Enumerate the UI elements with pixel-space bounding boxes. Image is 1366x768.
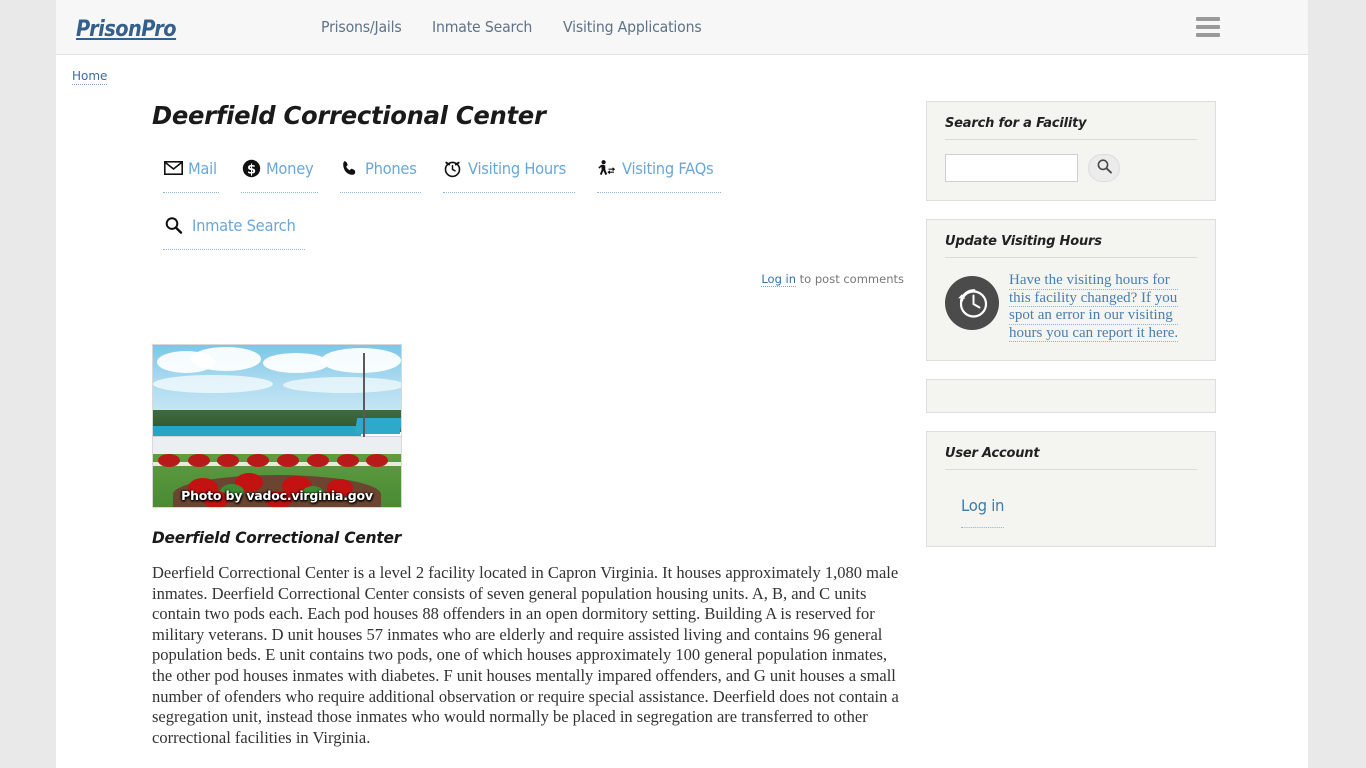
panel-user-account: User Account Log in xyxy=(926,431,1216,547)
envelope-icon xyxy=(163,158,183,178)
photo-bush xyxy=(217,453,240,467)
photo-bush xyxy=(277,453,299,467)
photo-bush xyxy=(157,453,180,467)
quick-link-visiting-faqs[interactable]: Visiting FAQs xyxy=(596,158,721,193)
facility-description: Deerfield Correctional Center is a level… xyxy=(152,563,899,747)
panel-title: User Account xyxy=(945,446,1197,470)
sidebar: Search for a Facility Update Visiting Ho… xyxy=(926,101,1216,565)
quick-link-label: Mail xyxy=(188,158,217,178)
quick-link-label: Money xyxy=(266,158,314,178)
panel-update-visiting-hours: Update Visiting Hours Have the visiting … xyxy=(926,219,1216,361)
facility-photo: Photo by vadoc.virginia.gov xyxy=(152,344,402,508)
quick-link-label: Inmate Search xyxy=(192,215,296,235)
photo-building-roof xyxy=(153,426,362,436)
quick-link-label: Phones xyxy=(364,158,417,178)
quick-link-label: Visiting Hours xyxy=(467,158,567,178)
photo-cloud xyxy=(191,347,261,371)
photo-bush xyxy=(306,453,329,467)
quick-link-visiting-hours[interactable]: Visiting Hours xyxy=(442,158,575,193)
report-visiting-hours-link[interactable]: Have the visiting hours for this facilit… xyxy=(1009,272,1179,342)
clock-arrow-icon xyxy=(945,276,999,330)
search-icon xyxy=(163,215,183,235)
link-line: Have the visiting hours for xyxy=(1009,272,1179,290)
hamburger-bar xyxy=(1196,17,1220,21)
walking-person-icon xyxy=(597,158,617,178)
quick-link-label: Visiting FAQs xyxy=(621,158,714,178)
svg-text:$: $ xyxy=(247,162,256,177)
page-title: Deerfield Correctional Center xyxy=(152,101,546,130)
alarm-clock-icon xyxy=(443,158,463,178)
panel-empty xyxy=(926,379,1216,413)
photo-building-wall xyxy=(153,435,401,454)
dollar-circle-icon: $ xyxy=(241,158,261,178)
nav-item-prisons-jails[interactable]: Prisons/Jails xyxy=(321,18,402,36)
phone-icon xyxy=(340,158,360,178)
search-icon xyxy=(1096,158,1113,178)
update-hours-row: Have the visiting hours for this facilit… xyxy=(945,272,1197,342)
photo-credit-caption: Photo by vadoc.virginia.gov xyxy=(181,488,373,503)
section-heading: Deerfield Correctional Center xyxy=(152,528,402,547)
link-line: spot an error in our visiting xyxy=(1009,307,1179,325)
link-line: hours you can report it here. xyxy=(1009,324,1179,342)
link-line: this facility changed? If you xyxy=(1009,289,1179,307)
photo-light-pole xyxy=(363,353,365,438)
breadcrumb: Home xyxy=(56,55,1308,85)
facility-search-form xyxy=(945,154,1197,182)
photo-cloud xyxy=(263,353,329,373)
quick-link-mail[interactable]: Mail xyxy=(163,158,220,193)
panel-title: Search for a Facility xyxy=(945,116,1197,140)
main-column: Deerfield Correctional Center Mail $ Mon… xyxy=(56,101,916,748)
photo-bush xyxy=(366,453,389,467)
panel-search-facility: Search for a Facility xyxy=(926,101,1216,201)
brand-logo[interactable]: PrisonPro xyxy=(76,17,177,42)
nav-item-visiting-applications[interactable]: Visiting Applications xyxy=(563,18,702,36)
content-row: Deerfield Correctional Center Mail $ Mon… xyxy=(56,83,1308,748)
quick-links-row-1: Mail $ Money Phones Visiting Hours Visit… xyxy=(163,158,916,193)
post-comments-suffix: to post comments xyxy=(796,272,904,286)
nav-item-inmate-search[interactable]: Inmate Search xyxy=(432,18,532,36)
site-header: PrisonPro Prisons/Jails Inmate Search Vi… xyxy=(56,0,1308,55)
hamburger-icon[interactable] xyxy=(1196,17,1220,37)
login-to-comment-link[interactable]: Log in xyxy=(761,272,797,287)
hamburger-bar xyxy=(1196,25,1220,29)
photo-bush xyxy=(187,453,210,467)
post-comments-notice: Log in to post comments xyxy=(152,272,916,287)
quick-links-row-2: Inmate Search xyxy=(163,215,916,250)
hamburger-bar xyxy=(1196,33,1220,37)
facility-quick-links: Mail $ Money Phones Visiting Hours Visit… xyxy=(152,158,916,250)
photo-cloud xyxy=(153,375,273,393)
panel-title: Update Visiting Hours xyxy=(945,234,1197,258)
photo-bush xyxy=(247,453,270,467)
page-container: PrisonPro Prisons/Jails Inmate Search Vi… xyxy=(56,0,1308,768)
quick-link-phones[interactable]: Phones xyxy=(339,158,421,193)
main-navigation: Prisons/Jails Inmate Search Visiting App… xyxy=(321,18,711,36)
photo-cloud xyxy=(283,377,401,393)
photo-bush xyxy=(336,453,359,467)
quick-link-inmate-search[interactable]: Inmate Search xyxy=(163,215,305,250)
breadcrumb-home-link[interactable]: Home xyxy=(72,69,108,85)
sidebar-login-link[interactable]: Log in xyxy=(961,496,1004,528)
photo-cloud xyxy=(321,348,401,373)
search-input[interactable] xyxy=(945,154,1078,182)
quick-link-money[interactable]: $ Money xyxy=(241,158,318,193)
search-submit-button[interactable] xyxy=(1088,154,1120,182)
